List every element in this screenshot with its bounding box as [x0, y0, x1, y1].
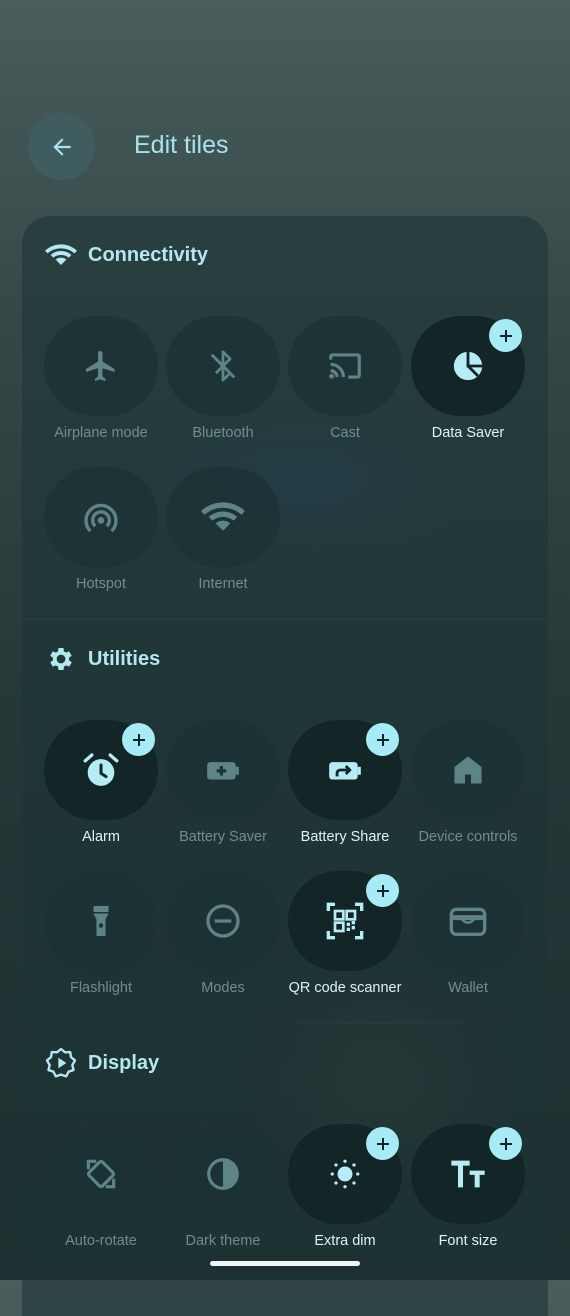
- section-header: Display: [44, 1046, 159, 1080]
- tile-extra-dim[interactable]: Extra dim: [288, 1124, 402, 1249]
- tile-alarm[interactable]: Alarm: [44, 720, 158, 845]
- plus-icon: [499, 329, 512, 342]
- tile-button[interactable]: [166, 316, 280, 416]
- hotspot-icon: [84, 503, 118, 533]
- tile-modes[interactable]: Modes: [166, 871, 280, 996]
- battery-share-icon: [329, 762, 361, 780]
- tile-label: Data Saver: [431, 425, 505, 441]
- tile-label: Wallet: [448, 980, 488, 996]
- tile-bluetooth[interactable]: Bluetooth: [166, 316, 280, 441]
- tile-auto-rotate[interactable]: Auto-rotate: [44, 1124, 158, 1249]
- tile-label: Font size: [438, 1233, 498, 1249]
- add-tile-button[interactable]: [489, 319, 522, 352]
- airplane-icon: [86, 351, 115, 381]
- cast-icon: [329, 353, 361, 379]
- tiles-panel: Connectivity Airplane mode Bluetooth Cas…: [22, 216, 548, 1316]
- section-title: Connectivity: [88, 243, 209, 266]
- tile-cast[interactable]: Cast: [288, 316, 402, 441]
- tile-dark-theme[interactable]: Dark theme: [166, 1124, 280, 1249]
- add-tile-button[interactable]: [122, 723, 155, 756]
- wallet-icon: [449, 907, 487, 936]
- home-indicator[interactable]: [210, 1261, 360, 1266]
- section-header: Connectivity: [44, 238, 208, 272]
- tile-qr-code-scanner[interactable]: QR code scanner: [288, 871, 402, 996]
- section-title: Display: [88, 1051, 160, 1074]
- tile-label: Device controls: [418, 829, 518, 845]
- tile-device-controls[interactable]: Device controls: [411, 720, 525, 845]
- home-icon: [454, 756, 482, 784]
- add-tile-button[interactable]: [366, 874, 399, 907]
- tile-label: Modes: [201, 980, 245, 996]
- tile-label: Extra dim: [314, 1233, 376, 1249]
- tile-airplane-mode[interactable]: Airplane mode: [44, 316, 158, 441]
- tile-button[interactable]: [166, 871, 280, 971]
- plus-icon: [376, 733, 389, 746]
- plus-icon: [376, 1137, 389, 1150]
- qr-scanner-icon: [326, 902, 364, 940]
- tile-label: Battery Saver: [179, 829, 267, 845]
- tile-label: QR code scanner: [288, 980, 402, 996]
- plus-icon: [376, 884, 389, 897]
- plus-icon: [499, 1137, 512, 1150]
- gear-icon: [44, 642, 78, 676]
- tile-data-saver[interactable]: Data Saver: [411, 316, 525, 441]
- tile-button[interactable]: [288, 316, 402, 416]
- page-title: Edit tiles: [134, 131, 229, 159]
- tile-battery-saver[interactable]: Battery Saver: [166, 720, 280, 845]
- modes-icon: [206, 904, 240, 938]
- tile-button[interactable]: [411, 720, 525, 820]
- tile-label: Bluetooth: [192, 425, 254, 441]
- tile-label: Airplane mode: [54, 425, 148, 441]
- add-tile-button[interactable]: [489, 1127, 522, 1160]
- tile-button[interactable]: [166, 467, 280, 567]
- auto-rotate-icon: [86, 1159, 116, 1189]
- flashlight-icon: [93, 906, 109, 936]
- tile-label: Hotspot: [76, 576, 126, 592]
- tile-button[interactable]: [44, 1124, 158, 1224]
- tile-button[interactable]: [411, 871, 525, 971]
- back-button[interactable]: [28, 113, 95, 180]
- section-header: Utilities: [44, 642, 160, 676]
- tile-button[interactable]: [44, 316, 158, 416]
- dark-theme-icon: [207, 1158, 239, 1190]
- extra-dim-icon: [330, 1159, 360, 1189]
- wifi-icon: [201, 502, 245, 531]
- tile-label: Flashlight: [69, 980, 133, 996]
- add-tile-button[interactable]: [366, 1127, 399, 1160]
- tile-flashlight[interactable]: Flashlight: [44, 871, 158, 996]
- tile-internet[interactable]: Internet: [166, 467, 280, 592]
- tile-button[interactable]: [166, 1124, 280, 1224]
- tile-wallet[interactable]: Wallet: [411, 871, 525, 996]
- tile-label: Dark theme: [185, 1233, 261, 1249]
- tile-hotspot[interactable]: Hotspot: [44, 467, 158, 592]
- display-settings-icon: [44, 1046, 78, 1080]
- alarm-icon: [83, 753, 119, 786]
- display-section: Display Auto-rotate Dark theme Extra dim…: [22, 1024, 548, 1316]
- battery-saver-icon: [207, 762, 239, 780]
- top-bar: Edit tiles: [0, 113, 570, 181]
- tile-label: Cast: [330, 425, 360, 441]
- tile-font-size[interactable]: Font size: [411, 1124, 525, 1249]
- tile-label: Battery Share: [300, 829, 390, 845]
- add-tile-button[interactable]: [366, 723, 399, 756]
- tile-battery-share[interactable]: Battery Share: [288, 720, 402, 845]
- utilities-section: Utilities Alarm Battery Saver Battery Sh…: [22, 620, 548, 1022]
- data-saver-icon: [453, 351, 483, 381]
- tile-button[interactable]: [44, 871, 158, 971]
- arrow-back-icon: [52, 137, 71, 156]
- tile-label: Alarm: [82, 829, 120, 845]
- tile-button[interactable]: [166, 720, 280, 820]
- connectivity-section: Connectivity Airplane mode Bluetooth Cas…: [22, 216, 548, 618]
- plus-icon: [132, 733, 145, 746]
- tile-label: Auto-rotate: [65, 1233, 137, 1249]
- font-size-icon: [451, 1160, 485, 1188]
- wifi-icon: [44, 238, 78, 272]
- section-title: Utilities: [88, 647, 161, 670]
- tile-label: Internet: [198, 576, 248, 592]
- bluetooth-off-icon: [210, 350, 236, 382]
- tile-button[interactable]: [44, 467, 158, 567]
